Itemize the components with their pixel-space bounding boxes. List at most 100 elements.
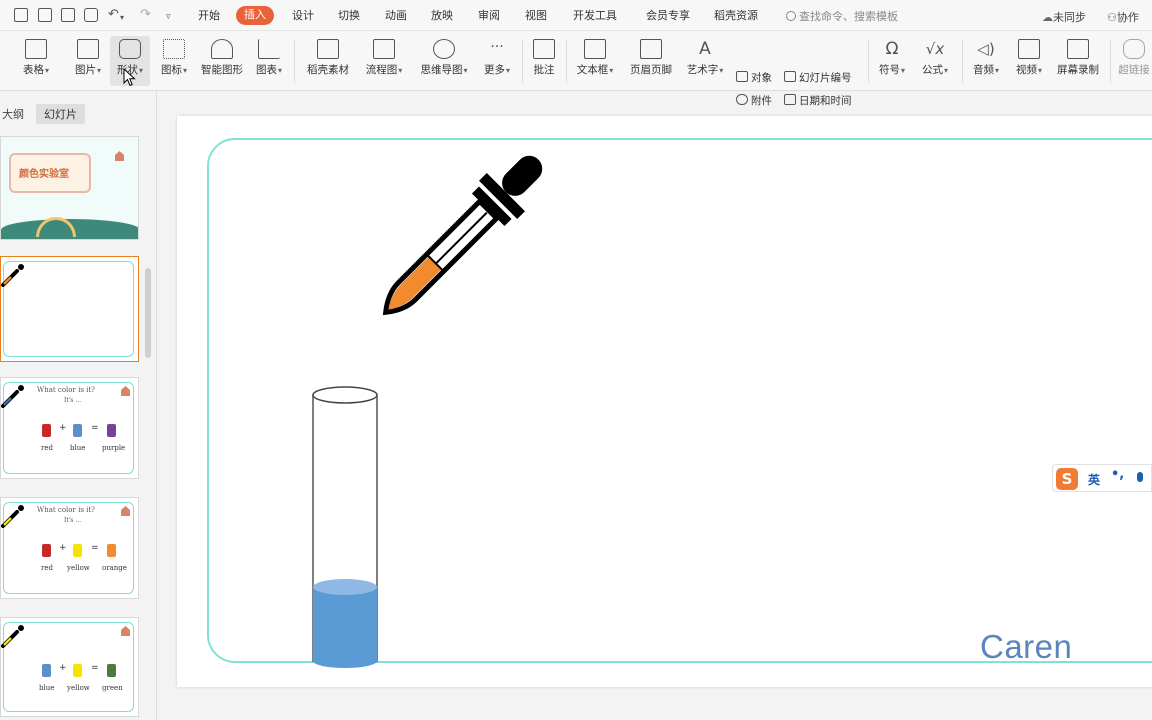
tab-view[interactable]: 视图 xyxy=(525,9,547,23)
equals-sign: = xyxy=(91,543,99,553)
plus-sign: + xyxy=(59,663,67,673)
object-label: 对象 xyxy=(751,72,772,84)
tab-docer[interactable]: 稻壳资源 xyxy=(714,9,758,23)
color-label-2: yellow xyxy=(67,684,90,692)
save-icon[interactable] xyxy=(14,8,28,22)
microphone-icon[interactable] xyxy=(1137,472,1143,482)
symbol-button[interactable]: Ω 符号▾ xyxy=(874,36,910,86)
sogou-logo-icon[interactable]: S xyxy=(1056,468,1078,490)
hyperlink-button[interactable]: 超链接 xyxy=(1116,36,1152,86)
sync-status[interactable]: ☁未同步 xyxy=(1042,9,1086,25)
smartart-button[interactable]: 智能图形 xyxy=(198,36,246,86)
color-label-3: green xyxy=(102,684,123,692)
ribbon-separator xyxy=(566,39,567,83)
tab-animation[interactable]: 动画 xyxy=(385,9,407,23)
test-tube-shape[interactable] xyxy=(307,381,387,671)
user-icon: ⚇ xyxy=(1107,11,1117,24)
undo-icon[interactable]: ↶ xyxy=(108,7,119,23)
tab-slides[interactable]: 幻灯片 xyxy=(36,104,85,124)
tab-slideshow[interactable]: 放映 xyxy=(431,9,453,23)
more-button[interactable]: ··· 更多▾ xyxy=(478,36,516,86)
slide-thumbnail-1[interactable]: 颜色实验室 xyxy=(0,136,139,240)
comment-button[interactable]: 批注 xyxy=(528,36,560,86)
icon-label: 图标 xyxy=(160,64,182,76)
thumb-title: 颜色实验室 xyxy=(19,169,69,180)
cup-2 xyxy=(73,544,82,557)
command-search[interactable]: 查找命令、搜索模板 xyxy=(786,8,898,24)
ime-punctuation-toggle[interactable]: •, xyxy=(1111,467,1124,482)
slide-thumbnail-5[interactable]: + = blue yellow green xyxy=(0,617,139,717)
slide-thumbnail-3[interactable]: What color is it? It's ... + = red blue … xyxy=(0,377,139,479)
slide-panel: 大纲 幻灯片 颜色实验室 What color is it? It's ... … xyxy=(0,92,157,720)
tab-insert[interactable]: 插入 xyxy=(236,6,274,25)
tab-transition[interactable]: 切换 xyxy=(338,9,360,23)
tab-outline[interactable]: 大纲 xyxy=(2,106,24,122)
tab-home[interactable]: 开始 xyxy=(198,9,220,23)
table-icon xyxy=(25,39,47,59)
slide-thumbnail-2[interactable] xyxy=(0,256,139,362)
header-footer-label: 页眉页脚 xyxy=(630,64,672,76)
header-footer-button[interactable]: 页眉页脚 xyxy=(626,36,676,86)
export-icon[interactable] xyxy=(38,8,52,22)
print-icon[interactable] xyxy=(61,8,75,22)
shape-icon xyxy=(119,39,141,59)
video-label: 视频 xyxy=(1015,64,1037,76)
color-label-3: orange xyxy=(102,564,127,572)
tab-developer[interactable]: 开发工具 xyxy=(573,9,617,23)
more-label: 更多 xyxy=(483,64,505,76)
mindmap-button[interactable]: 思维导图▾ xyxy=(414,36,474,86)
tab-review[interactable]: 审阅 xyxy=(478,9,500,23)
cloud-icon: ☁ xyxy=(1042,11,1053,24)
wordart-button[interactable]: A 艺术字▾ xyxy=(682,36,728,86)
redo-icon[interactable]: ↷ xyxy=(140,7,151,23)
ribbon-separator xyxy=(294,39,295,83)
hyperlink-label: 超链接 xyxy=(1118,64,1150,76)
color-label-1: red xyxy=(41,564,53,572)
ribbon-separator xyxy=(962,39,963,83)
dropper-shape[interactable] xyxy=(372,136,562,326)
ime-toolbar[interactable]: S 英 •, xyxy=(1052,464,1152,492)
link-icon xyxy=(1123,39,1145,59)
tab-member[interactable]: 会员专享 xyxy=(646,9,690,23)
slide-canvas[interactable]: Caren xyxy=(177,116,1152,687)
customize-toolbar-icon[interactable]: ▿ xyxy=(166,9,171,25)
screen-record-label: 屏幕录制 xyxy=(1057,64,1099,76)
panel-scrollbar[interactable] xyxy=(145,268,151,358)
object-icon xyxy=(736,71,748,82)
screen-record-icon xyxy=(1067,39,1089,59)
attachment-button[interactable]: 附件 xyxy=(736,92,772,110)
print-preview-icon[interactable] xyxy=(84,8,98,22)
chart-label: 图表 xyxy=(255,64,277,76)
table-button[interactable]: 表格▾ xyxy=(16,36,56,86)
slide-number-button[interactable]: 幻灯片编号 xyxy=(784,69,852,87)
datetime-button[interactable]: 日期和时间 xyxy=(784,92,852,110)
icon-button[interactable]: 图标▾ xyxy=(154,36,194,86)
omega-icon: Ω xyxy=(885,39,899,59)
search-placeholder: 查找命令、搜索模板 xyxy=(799,10,898,23)
formula-icon: √x xyxy=(925,40,945,58)
slide-thumbnail-4[interactable]: What color is it? It's ... + = red yello… xyxy=(0,497,139,599)
ime-language-toggle[interactable]: 英 xyxy=(1088,471,1100,488)
object-button[interactable]: 对象 xyxy=(736,69,772,87)
picture-button[interactable]: 图片▾ xyxy=(68,36,108,86)
birdhouse-icon xyxy=(115,151,124,161)
chart-button[interactable]: 图表▾ xyxy=(250,36,288,86)
docer-material-button[interactable]: 稻壳素材 xyxy=(303,36,353,86)
smartart-label: 智能图形 xyxy=(201,64,243,76)
screen-record-button[interactable]: 屏幕录制 xyxy=(1054,36,1102,86)
video-button[interactable]: 视频▾ xyxy=(1010,36,1048,86)
dropper-icon xyxy=(1,625,24,648)
color-label-3: purple xyxy=(102,444,126,452)
picture-label: 图片 xyxy=(74,64,96,76)
undo-dropdown-icon[interactable]: ▾ xyxy=(120,10,124,26)
collab-button[interactable]: ⚇协作 xyxy=(1107,9,1139,25)
speaker-icon: ◁) xyxy=(977,40,995,58)
ribbon-insert: 表格▾ 图片▾ 形状▾ 图标▾ 智能图形 图表▾ 稻壳素材 流程图▾ 思维导图▾… xyxy=(0,31,1152,107)
audio-button[interactable]: ◁) 音频▾ xyxy=(968,36,1004,86)
textbox-button[interactable]: 文本框▾ xyxy=(572,36,618,86)
flowchart-button[interactable]: 流程图▾ xyxy=(360,36,408,86)
cup-3 xyxy=(107,424,116,437)
formula-button[interactable]: √x 公式▾ xyxy=(916,36,954,86)
tab-design[interactable]: 设计 xyxy=(292,9,314,23)
plus-sign: + xyxy=(59,543,67,553)
